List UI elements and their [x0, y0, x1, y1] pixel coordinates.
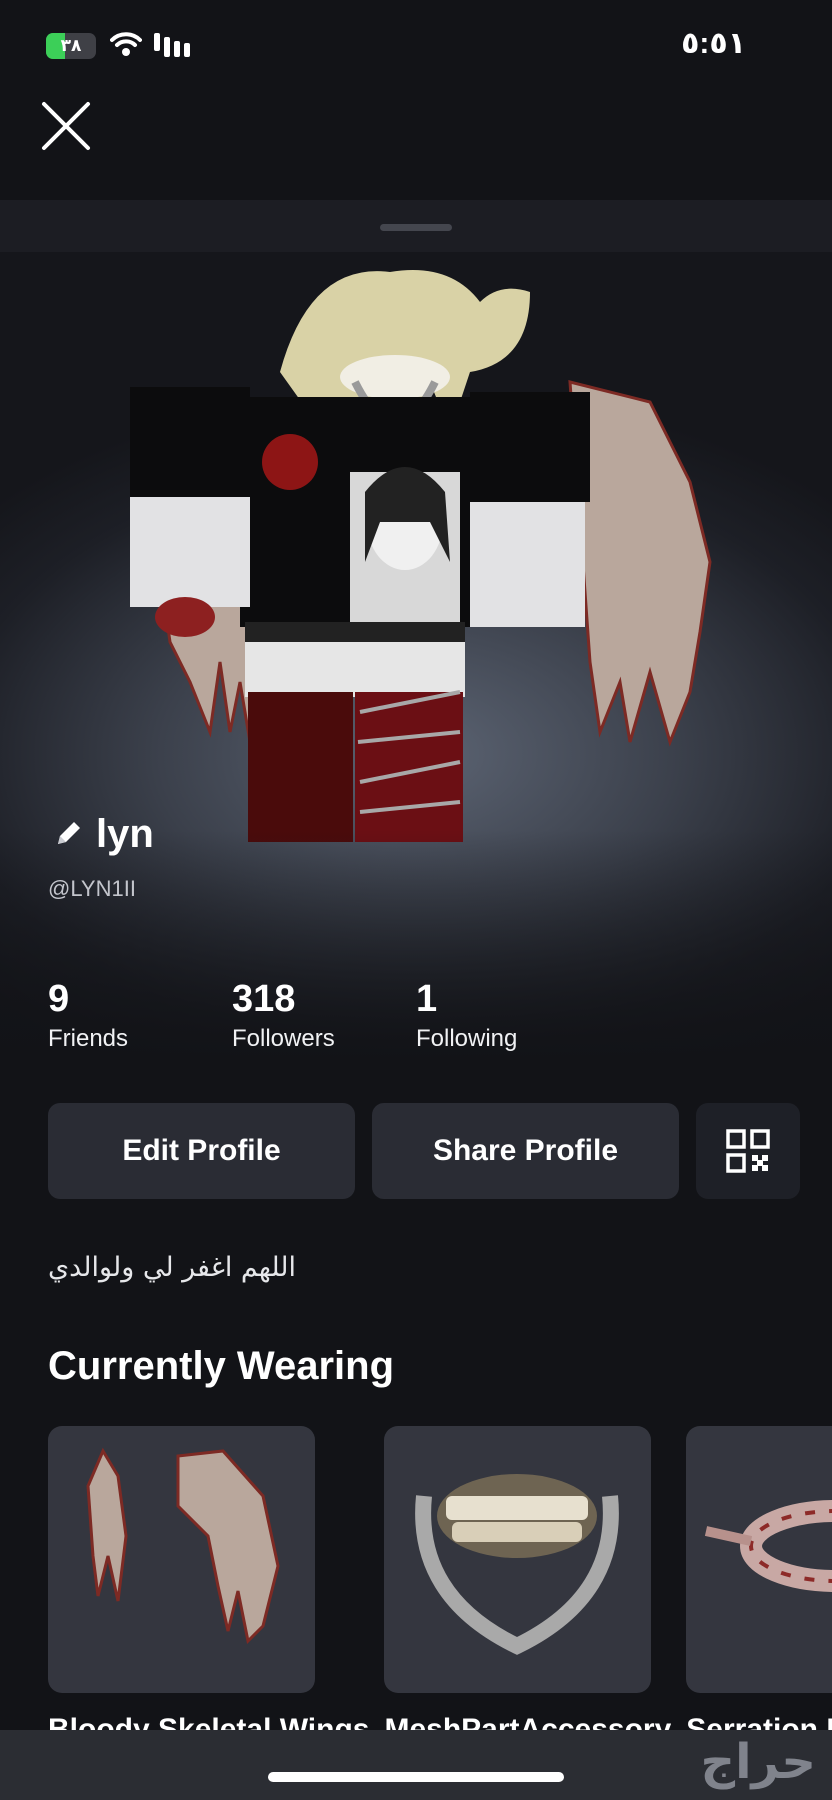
display-name-row[interactable]: lyn	[52, 810, 154, 858]
status-time: ٥:٥١	[681, 27, 746, 60]
status-bar: ٣٨ ٥:٥١	[0, 0, 832, 90]
wearing-item-card[interactable]: Bloody Skeletal Wings	[48, 1426, 369, 1746]
display-name: lyn	[96, 811, 154, 856]
stat-value: 1	[416, 978, 438, 1020]
share-profile-button[interactable]: Share Profile	[372, 1103, 679, 1199]
wearing-item-card[interactable]: Serration Headband	[686, 1426, 832, 1746]
currently-wearing-title: Currently Wearing	[48, 1344, 394, 1388]
stat-followers[interactable]: 318 Followers	[232, 976, 416, 1056]
watermark-logo: حراج	[700, 1734, 817, 1790]
stat-following[interactable]: 1 Following	[416, 976, 600, 1056]
stats-row: 9 Friends 318 Followers 1 Following	[48, 976, 600, 1056]
close-button[interactable]	[40, 100, 92, 152]
wings-right	[568, 380, 712, 747]
wifi-icon	[110, 32, 142, 56]
sheet-grabber[interactable]	[380, 224, 452, 231]
wearing-carousel[interactable]: Bloody Skeletal Wings MeshPartAccessory …	[48, 1426, 832, 1746]
stat-friends[interactable]: 9 Friends	[48, 976, 232, 1056]
battery-level: ٣٨	[60, 36, 82, 55]
pencil-icon[interactable]	[52, 818, 84, 850]
teeth-mouthguard-thumbnail	[384, 1426, 652, 1693]
profile-bio: اللهم اغفر لي ولوالدي	[48, 1252, 296, 1283]
bloody-bandage-thumbnail	[686, 1426, 832, 1693]
stat-label: Following	[416, 1025, 518, 1052]
edit-profile-button[interactable]: Edit Profile	[48, 1103, 355, 1199]
qr-code-icon	[726, 1129, 770, 1173]
bloody-wings-thumbnail	[48, 1426, 315, 1693]
stat-label: Followers	[232, 1025, 335, 1052]
qr-code-button[interactable]	[696, 1103, 800, 1199]
home-indicator[interactable]	[268, 1772, 564, 1782]
username: @LYN1II	[48, 876, 136, 901]
battery-icon: ٣٨	[46, 33, 96, 59]
stat-value: 9	[48, 978, 70, 1020]
signal-icon	[154, 33, 190, 57]
stat-label: Friends	[48, 1025, 129, 1052]
stat-value: 318	[232, 978, 296, 1020]
close-icon	[42, 102, 90, 150]
wearing-item-card[interactable]: MeshPartAccessory	[384, 1426, 671, 1746]
